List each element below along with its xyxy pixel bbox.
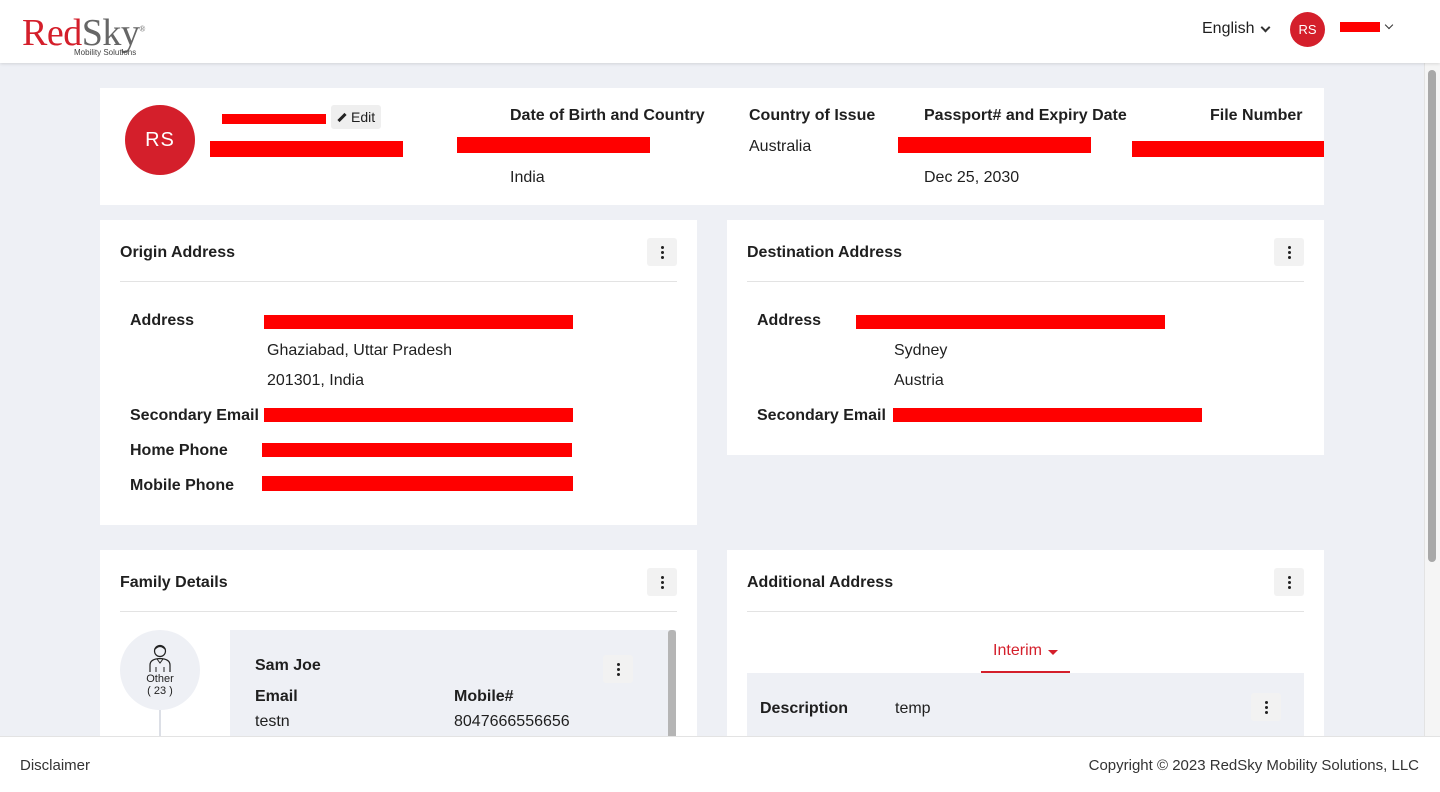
- redacted-passport-number: [898, 137, 1091, 153]
- page-scrollbar-thumb[interactable]: [1428, 70, 1436, 562]
- destination-address-label: Address: [757, 312, 822, 329]
- top-bar: RedSky® Mobility Solutions English RS: [0, 0, 1440, 63]
- kebab-menu-icon: [660, 575, 664, 579]
- kebab-menu-icon: [616, 662, 620, 666]
- member-more-options-button[interactable]: [603, 655, 633, 683]
- origin-secondary-email-label: Secondary Email: [130, 407, 259, 424]
- tab-interim-label: Interim: [993, 642, 1042, 659]
- destination-address-title: Destination Address: [747, 244, 902, 261]
- home-phone-label: Home Phone: [130, 442, 228, 459]
- additional-address-card: Additional Address Interim Description t…: [727, 550, 1324, 736]
- caret-down-icon: [1047, 650, 1058, 655]
- divider: [747, 611, 1304, 612]
- disclaimer-link[interactable]: Disclaimer: [20, 757, 90, 774]
- user-menu[interactable]: [1340, 20, 1394, 32]
- passport-expiry: Dec 25, 2030: [924, 169, 1020, 186]
- description-value: temp: [895, 700, 931, 717]
- address-description-panel: Description temp: [747, 673, 1304, 736]
- kebab-menu-icon: [1264, 700, 1268, 704]
- family-details-card: Family Details Other ( 23 ) Sam Joe Emai…: [100, 550, 697, 736]
- chevron-down-icon: [1261, 22, 1271, 32]
- redsky-logo[interactable]: RedSky® Mobility Solutions: [22, 10, 145, 57]
- redacted-destination-email: [893, 408, 1202, 422]
- origin-address-title: Origin Address: [120, 244, 235, 261]
- origin-address-card: Origin Address Address Ghaziabad, Uttar …: [100, 220, 697, 525]
- family-member-panel: Sam Joe Email testn Mobile# 804766655665…: [230, 630, 676, 736]
- member-mobile-value: 8047666556656: [454, 713, 570, 730]
- person-icon: [149, 644, 171, 672]
- tab-interim[interactable]: Interim: [981, 640, 1070, 673]
- description-more-options-button[interactable]: [1251, 693, 1281, 721]
- divider: [120, 611, 677, 612]
- origin-address-label: Address: [130, 312, 195, 329]
- mobile-phone-label: Mobile Phone: [130, 477, 234, 494]
- member-age: ( 23 ): [147, 685, 173, 697]
- origin-address-city: Ghaziabad, Uttar Pradesh: [267, 342, 452, 359]
- kebab-menu-icon: [1287, 245, 1291, 249]
- kebab-menu-icon: [660, 245, 664, 249]
- profile-card: RS Edit Date of Birth and Country India …: [100, 88, 1324, 205]
- copyright-text: Copyright © 2023 RedSky Mobility Solutio…: [1088, 757, 1419, 774]
- member-email-value: testn: [255, 713, 290, 730]
- dob-country: India: [510, 169, 545, 186]
- country-of-issue-value: Australia: [749, 138, 812, 155]
- language-selector[interactable]: English: [1202, 20, 1271, 38]
- destination-more-options-button[interactable]: [1274, 238, 1304, 266]
- origin-more-options-button[interactable]: [647, 238, 677, 266]
- profile-avatar: RS: [125, 105, 195, 175]
- redacted-home-phone: [262, 443, 572, 457]
- country-of-issue-label: Country of Issue: [749, 107, 876, 124]
- destination-secondary-email-label: Secondary Email: [757, 407, 886, 424]
- edit-label: Edit: [351, 109, 376, 125]
- edit-profile-button[interactable]: Edit: [331, 105, 382, 129]
- dob-label: Date of Birth and Country: [510, 107, 705, 124]
- divider: [747, 281, 1304, 282]
- additional-more-options-button[interactable]: [1274, 568, 1304, 596]
- redacted-file-number: [1132, 141, 1324, 157]
- destination-address-country: Austria: [894, 372, 944, 389]
- chevron-down-icon: [1384, 20, 1394, 30]
- member-name: Sam Joe: [255, 657, 321, 674]
- file-number-label: File Number: [1210, 107, 1303, 124]
- member-email-label: Email: [255, 688, 298, 705]
- divider: [120, 281, 677, 282]
- additional-address-title: Additional Address: [747, 574, 894, 591]
- redacted-user-name: [1340, 22, 1380, 32]
- redacted-profile-name: [222, 114, 326, 124]
- redacted-destination-street: [856, 315, 1165, 329]
- redacted-profile-email: [210, 141, 403, 157]
- passport-label: Passport# and Expiry Date: [924, 107, 1127, 124]
- description-label: Description: [760, 700, 849, 717]
- family-details-title: Family Details: [120, 574, 228, 591]
- user-avatar[interactable]: RS: [1290, 12, 1325, 47]
- kebab-menu-icon: [1287, 575, 1291, 579]
- member-mobile-label: Mobile#: [454, 688, 514, 705]
- redacted-origin-street: [264, 315, 573, 329]
- logo-tagline: Mobility Solutions: [74, 48, 137, 57]
- origin-address-postal: 201301, India: [267, 372, 364, 389]
- redacted-dob: [457, 137, 650, 153]
- family-panel-scrollbar[interactable]: [668, 630, 676, 736]
- language-label: English: [1202, 20, 1255, 37]
- family-more-options-button[interactable]: [647, 568, 677, 596]
- footer: Disclaimer Copyright © 2023 RedSky Mobil…: [0, 736, 1440, 792]
- destination-address-card: Destination Address Address Sydney Austr…: [727, 220, 1324, 455]
- pencil-icon: [337, 112, 347, 122]
- timeline-connector: [159, 710, 161, 736]
- redacted-origin-email: [264, 408, 573, 422]
- redacted-mobile-phone: [262, 476, 573, 491]
- member-relation: Other: [146, 673, 174, 685]
- logo-text-red: Red: [22, 11, 82, 54]
- family-member-avatar[interactable]: Other ( 23 ): [120, 630, 200, 710]
- destination-address-city: Sydney: [894, 342, 948, 359]
